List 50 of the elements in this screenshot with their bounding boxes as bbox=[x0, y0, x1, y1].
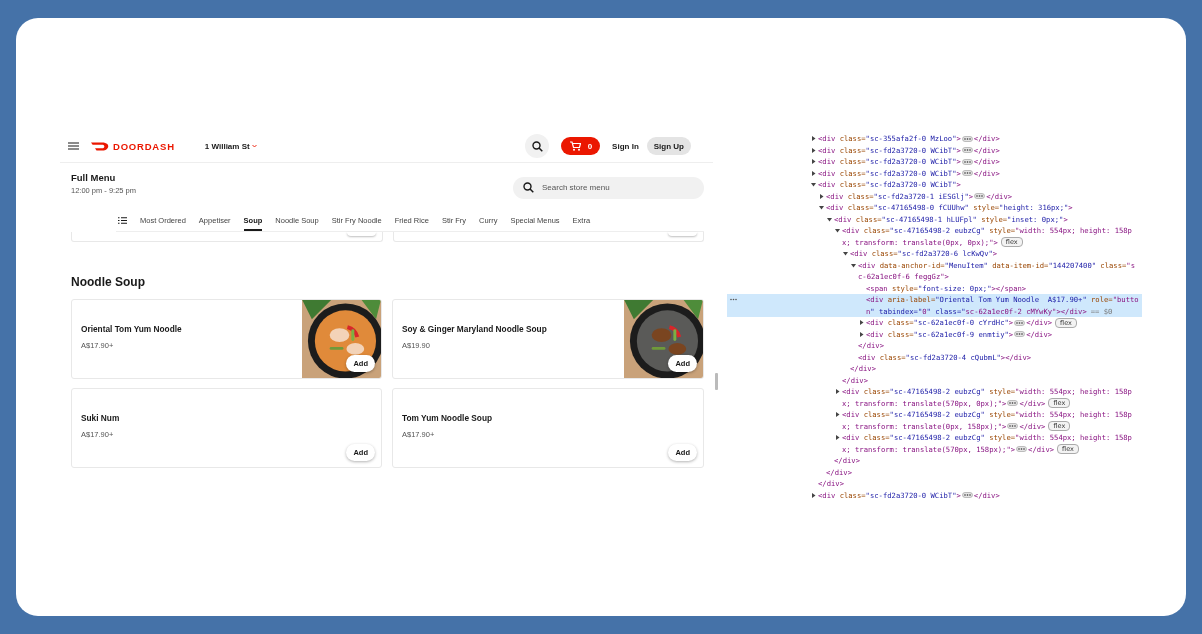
ellipsis-icon[interactable] bbox=[961, 158, 973, 165]
collapsed-triangle-icon[interactable] bbox=[835, 412, 840, 417]
collapsed-triangle-icon[interactable] bbox=[819, 193, 824, 199]
more-icon[interactable] bbox=[730, 298, 737, 301]
item-name: Soy & Ginger Maryland Noodle Soup bbox=[402, 324, 548, 334]
collapsed-triangle-icon[interactable] bbox=[859, 320, 864, 325]
collapsed-triangle-icon[interactable] bbox=[811, 492, 816, 498]
ellipsis-icon[interactable] bbox=[1007, 400, 1019, 407]
expanded-triangle-icon[interactable] bbox=[811, 182, 816, 187]
item-name: Tom Yum Noodle Soup bbox=[402, 413, 494, 423]
expanded-triangle-icon[interactable] bbox=[835, 228, 840, 233]
menu-icon[interactable] bbox=[68, 142, 79, 150]
ellipsis-icon[interactable] bbox=[961, 147, 973, 154]
cart-button[interactable]: 0 bbox=[561, 137, 601, 155]
collapsed-triangle-icon[interactable] bbox=[811, 136, 816, 141]
caret-icon bbox=[251, 144, 257, 148]
ellipsis-icon[interactable] bbox=[1016, 446, 1028, 453]
collapsed-triangle-icon[interactable] bbox=[859, 331, 864, 337]
search-field[interactable]: Search store menu bbox=[513, 176, 704, 199]
collapsed-triangle-icon[interactable] bbox=[811, 147, 816, 153]
expanded-triangle-icon[interactable] bbox=[843, 251, 848, 256]
sign-in-link[interactable]: Sign In bbox=[608, 141, 639, 151]
search-icon bbox=[531, 140, 543, 152]
item-name: Oriental Tom Yum Noodle bbox=[81, 324, 183, 334]
section-heading: Noodle Soup bbox=[71, 275, 146, 289]
ellipsis-icon[interactable] bbox=[961, 170, 973, 177]
sign-up-button[interactable]: Sign Up bbox=[646, 137, 691, 155]
logo-text[interactable]: DOORDASH bbox=[113, 140, 175, 152]
ellipsis-icon[interactable] bbox=[1014, 331, 1026, 338]
ellipsis-icon[interactable] bbox=[961, 135, 973, 142]
logo-icon[interactable] bbox=[91, 141, 109, 151]
expanded-triangle-icon[interactable] bbox=[851, 262, 856, 268]
search-button[interactable] bbox=[525, 134, 550, 158]
address-dropdown[interactable]: 1 William St bbox=[204, 141, 257, 151]
collapsed-triangle-icon[interactable] bbox=[811, 159, 816, 164]
cart-icon bbox=[570, 141, 582, 151]
ellipsis-icon[interactable] bbox=[1007, 423, 1019, 430]
collapsed-triangle-icon[interactable] bbox=[811, 170, 816, 176]
list-icon[interactable] bbox=[118, 216, 127, 224]
expanded-triangle-icon[interactable] bbox=[819, 205, 824, 210]
ellipsis-icon[interactable] bbox=[974, 193, 986, 200]
ellipsis-icon[interactable] bbox=[961, 492, 973, 499]
item-name: Suki Num bbox=[81, 413, 121, 423]
menu-title: Full Menu bbox=[71, 172, 117, 183]
expanded-triangle-icon[interactable] bbox=[827, 216, 832, 222]
collapsed-triangle-icon[interactable] bbox=[835, 435, 840, 440]
search-icon bbox=[523, 181, 534, 193]
collapsed-triangle-icon[interactable] bbox=[835, 389, 840, 394]
scrollbar-thumb[interactable] bbox=[715, 373, 718, 390]
ellipsis-icon[interactable] bbox=[1014, 319, 1026, 326]
